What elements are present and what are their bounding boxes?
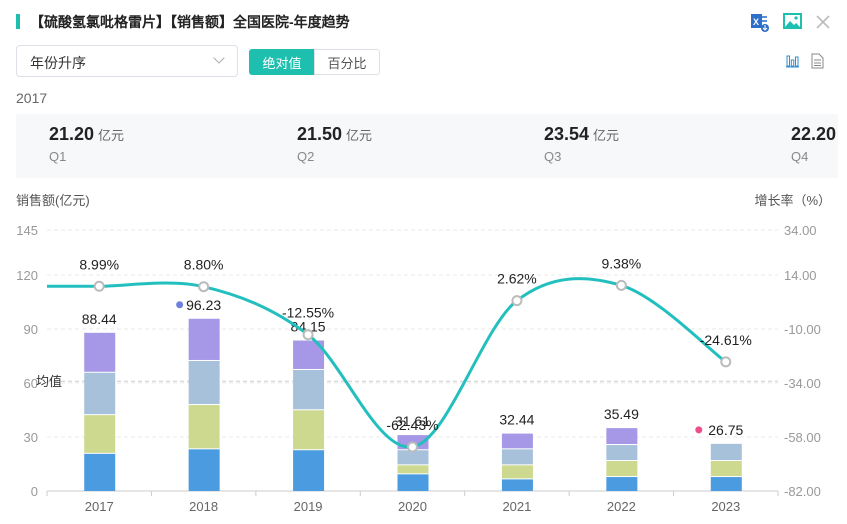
summary-card-q4: 22.20亿元Q4 [791,124,838,164]
y-tick-label: 145 [16,223,38,238]
bar-segment-q1 [84,453,116,491]
page-title: 【硫酸氢氯吡格雷片】【销售额】全国医院-年度趋势 [30,14,350,30]
summary-quarter: Q4 [791,149,809,164]
bar-segment-q1 [501,479,533,491]
bar-segment-q2 [606,461,638,477]
summary-value: 21.50 [297,124,343,144]
summary-quarter: Q3 [544,149,562,164]
summary-card-q3: 23.54 亿元 Q3 [544,124,619,164]
bar-segment-q2 [188,405,220,449]
summary-card-q2: 21.50 亿元 Q2 [297,124,372,164]
bar-segment-q3 [501,449,533,465]
bar-segment-q2 [710,461,742,477]
bar-segment-q1 [606,477,638,491]
y2-tick-label: -58.00 [784,430,821,445]
y2-tick-label: 34.00 [784,223,817,238]
selected-year: 2017 [16,90,48,106]
y-tick-label: 120 [16,268,38,283]
bar-total-label: 26.75 [708,422,743,438]
mean-label: 均值 [36,374,62,389]
bar-total-label: 96.23 [186,297,221,313]
bar-segment-q3 [293,369,325,410]
x-tick-label: 2022 [607,499,636,514]
y-tick-label: 30 [24,430,38,445]
bar-segment-q2 [397,465,429,474]
bar-segment-q4 [606,428,638,445]
growth-label: 2.62% [497,271,537,287]
sort-select-value: 年份升序 [30,55,86,71]
bar-segment-q3 [606,445,638,461]
growth-point [511,295,523,307]
summary-value: 22.20 [791,124,837,144]
summary-unit: 亿元 [98,128,125,143]
x-tick-label: 2021 [502,499,531,514]
growth-label: -24.61% [700,332,752,348]
bar-chart-icon[interactable] [785,53,800,68]
bar-total-label: 35.49 [604,406,639,422]
document-icon[interactable] [811,53,824,69]
summary-value: 21.20 [49,124,95,144]
y2-tick-label: -10.00 [784,322,821,337]
growth-point [93,280,105,292]
bar-total-label: 88.44 [82,311,117,327]
bar-segment-q4 [84,332,116,372]
y-axis-title: 销售额(亿元) [16,193,90,208]
growth-point [198,281,210,293]
growth-point [615,279,627,291]
excel-export-icon[interactable]: X [750,12,770,32]
svg-text:X: X [753,17,759,27]
bar-segment-q2 [501,465,533,479]
summary-card-q1: 21.20 亿元 Q1 [49,124,124,164]
max-marker [176,301,184,309]
x-tick-label: 2023 [711,499,740,514]
bar-segment-q1 [188,449,220,491]
y-tick-label: 0 [31,484,38,499]
quarter-summary: 21.20亿元Q1 21.50亿元Q2 23.54亿元Q3 22.20亿元Q4 [16,114,838,178]
bar-segment-q1 [293,450,325,491]
summary-quarter: Q1 [49,149,67,164]
bar-segment-q1 [710,477,742,491]
title-accent [16,14,20,29]
bar-total-label: 32.44 [499,412,534,428]
growth-label: 8.99% [79,256,119,272]
growth-label: -12.55% [282,305,334,321]
x-tick-label: 2020 [398,499,427,514]
percent-tab[interactable]: 百分比 [314,49,380,75]
growth-label: 8.80% [184,257,224,273]
x-tick-label: 2017 [85,499,114,514]
y2-tick-label: -82.00 [784,484,821,499]
y-tick-label: 90 [24,322,38,337]
y2-tick-label: 14.00 [784,268,817,283]
sort-select[interactable]: 年份升序 [16,45,238,77]
summary-unit: 亿元 [346,128,373,143]
x-tick-label: 2019 [294,499,323,514]
bar-segment-q3 [188,360,220,405]
bar-segment-q4 [188,318,220,360]
sales-growth-chart: 0 -82.0030 -58.0060 -34.0090 -10.00120 14.001… [16,223,821,514]
chevron-down-icon [213,52,225,64]
growth-point [302,329,314,341]
summary-unit: 亿元 [593,128,620,143]
growth-point [720,356,732,368]
growth-point [407,441,418,453]
bar-segment-q3 [710,443,742,461]
min-marker [695,426,703,434]
growth-label: -62.43% [386,417,438,433]
absolute-value-tab[interactable]: 绝对值 [249,49,315,75]
bar-segment-q2 [84,415,116,453]
bar-segment-q4 [501,433,533,449]
bar-segment-q2 [293,410,325,450]
growth-label: 9.38% [602,255,642,271]
bar-segment-q3 [84,372,116,415]
y2-tick-label: -34.00 [784,376,821,391]
bar-segment-q1 [397,474,429,491]
summary-quarter: Q2 [297,149,315,164]
image-export-icon[interactable] [783,13,802,29]
y2-axis-title: 增长率（%） [754,193,831,208]
summary-value: 23.54 [544,124,590,144]
close-icon[interactable] [815,14,831,30]
x-tick-label: 2018 [189,499,218,514]
